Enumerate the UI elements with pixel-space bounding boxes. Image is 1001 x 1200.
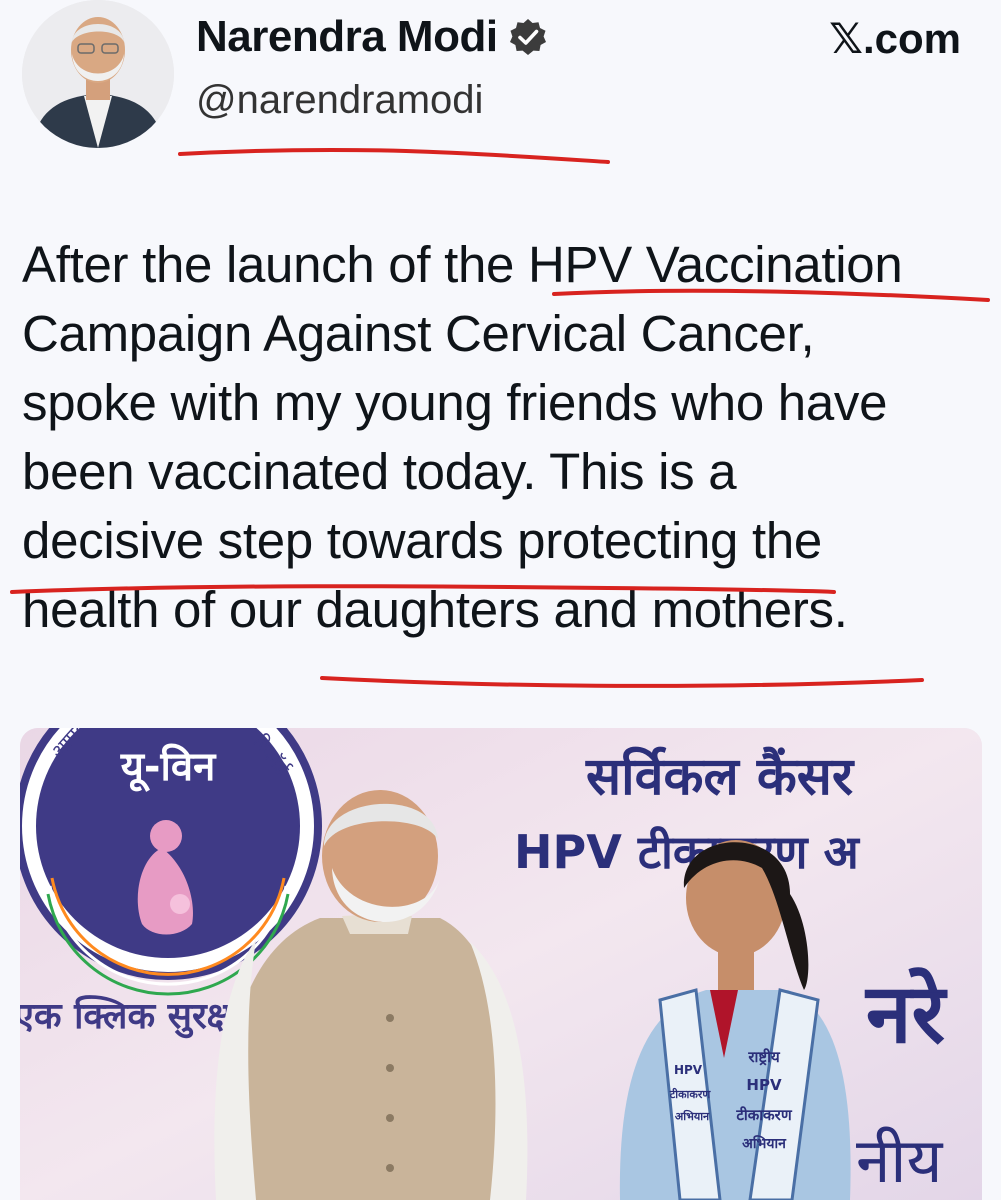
sash-label-2: HPV [746,1076,782,1094]
verified-badge-icon [509,19,546,55]
banner-partial-2: नीय [856,1124,943,1197]
tweet-line: been vaccinated today. This is a [22,443,737,500]
handle-underline [178,148,610,164]
tweet-line: Campaign Against Cervical Cancer, [22,305,815,362]
source-label: 𝕏.com [829,15,961,62]
banner-line-1: सर्विकल कैंसर [585,746,855,807]
sash-label-1: राष्ट्रीय [747,1048,781,1066]
tweet-line: decisive step towards protecting the [22,512,822,569]
sash-label-3: टीकाकरण [735,1106,793,1124]
highlight-underline-daughters [320,676,924,688]
sash-left-label-3: अभियान [675,1109,710,1123]
logo-title: यू-विन [120,743,217,792]
author-handle[interactable]: @narendramodi [196,78,483,123]
highlight-underline-decisive [10,584,836,594]
author-name[interactable]: Narendra Modi [196,12,498,62]
avatar[interactable] [22,0,174,148]
sash-label-4: अभियान [742,1135,787,1152]
tweet-photo[interactable]: यू-विन आपका रिकॉर्ड एक क्लिक सुरक्षा की … [20,728,982,1200]
sash-left-label-1: HPV [674,1063,703,1077]
highlight-underline-hpv [552,288,990,302]
banner-partial-1: नरे [864,967,949,1062]
sash-left-label-2: टीकाकरण [669,1087,712,1101]
tweet-header: Narendra Modi @narendramodi 𝕏.com [0,0,1001,164]
tweet-line: spoke with my young friends who have [22,374,888,431]
